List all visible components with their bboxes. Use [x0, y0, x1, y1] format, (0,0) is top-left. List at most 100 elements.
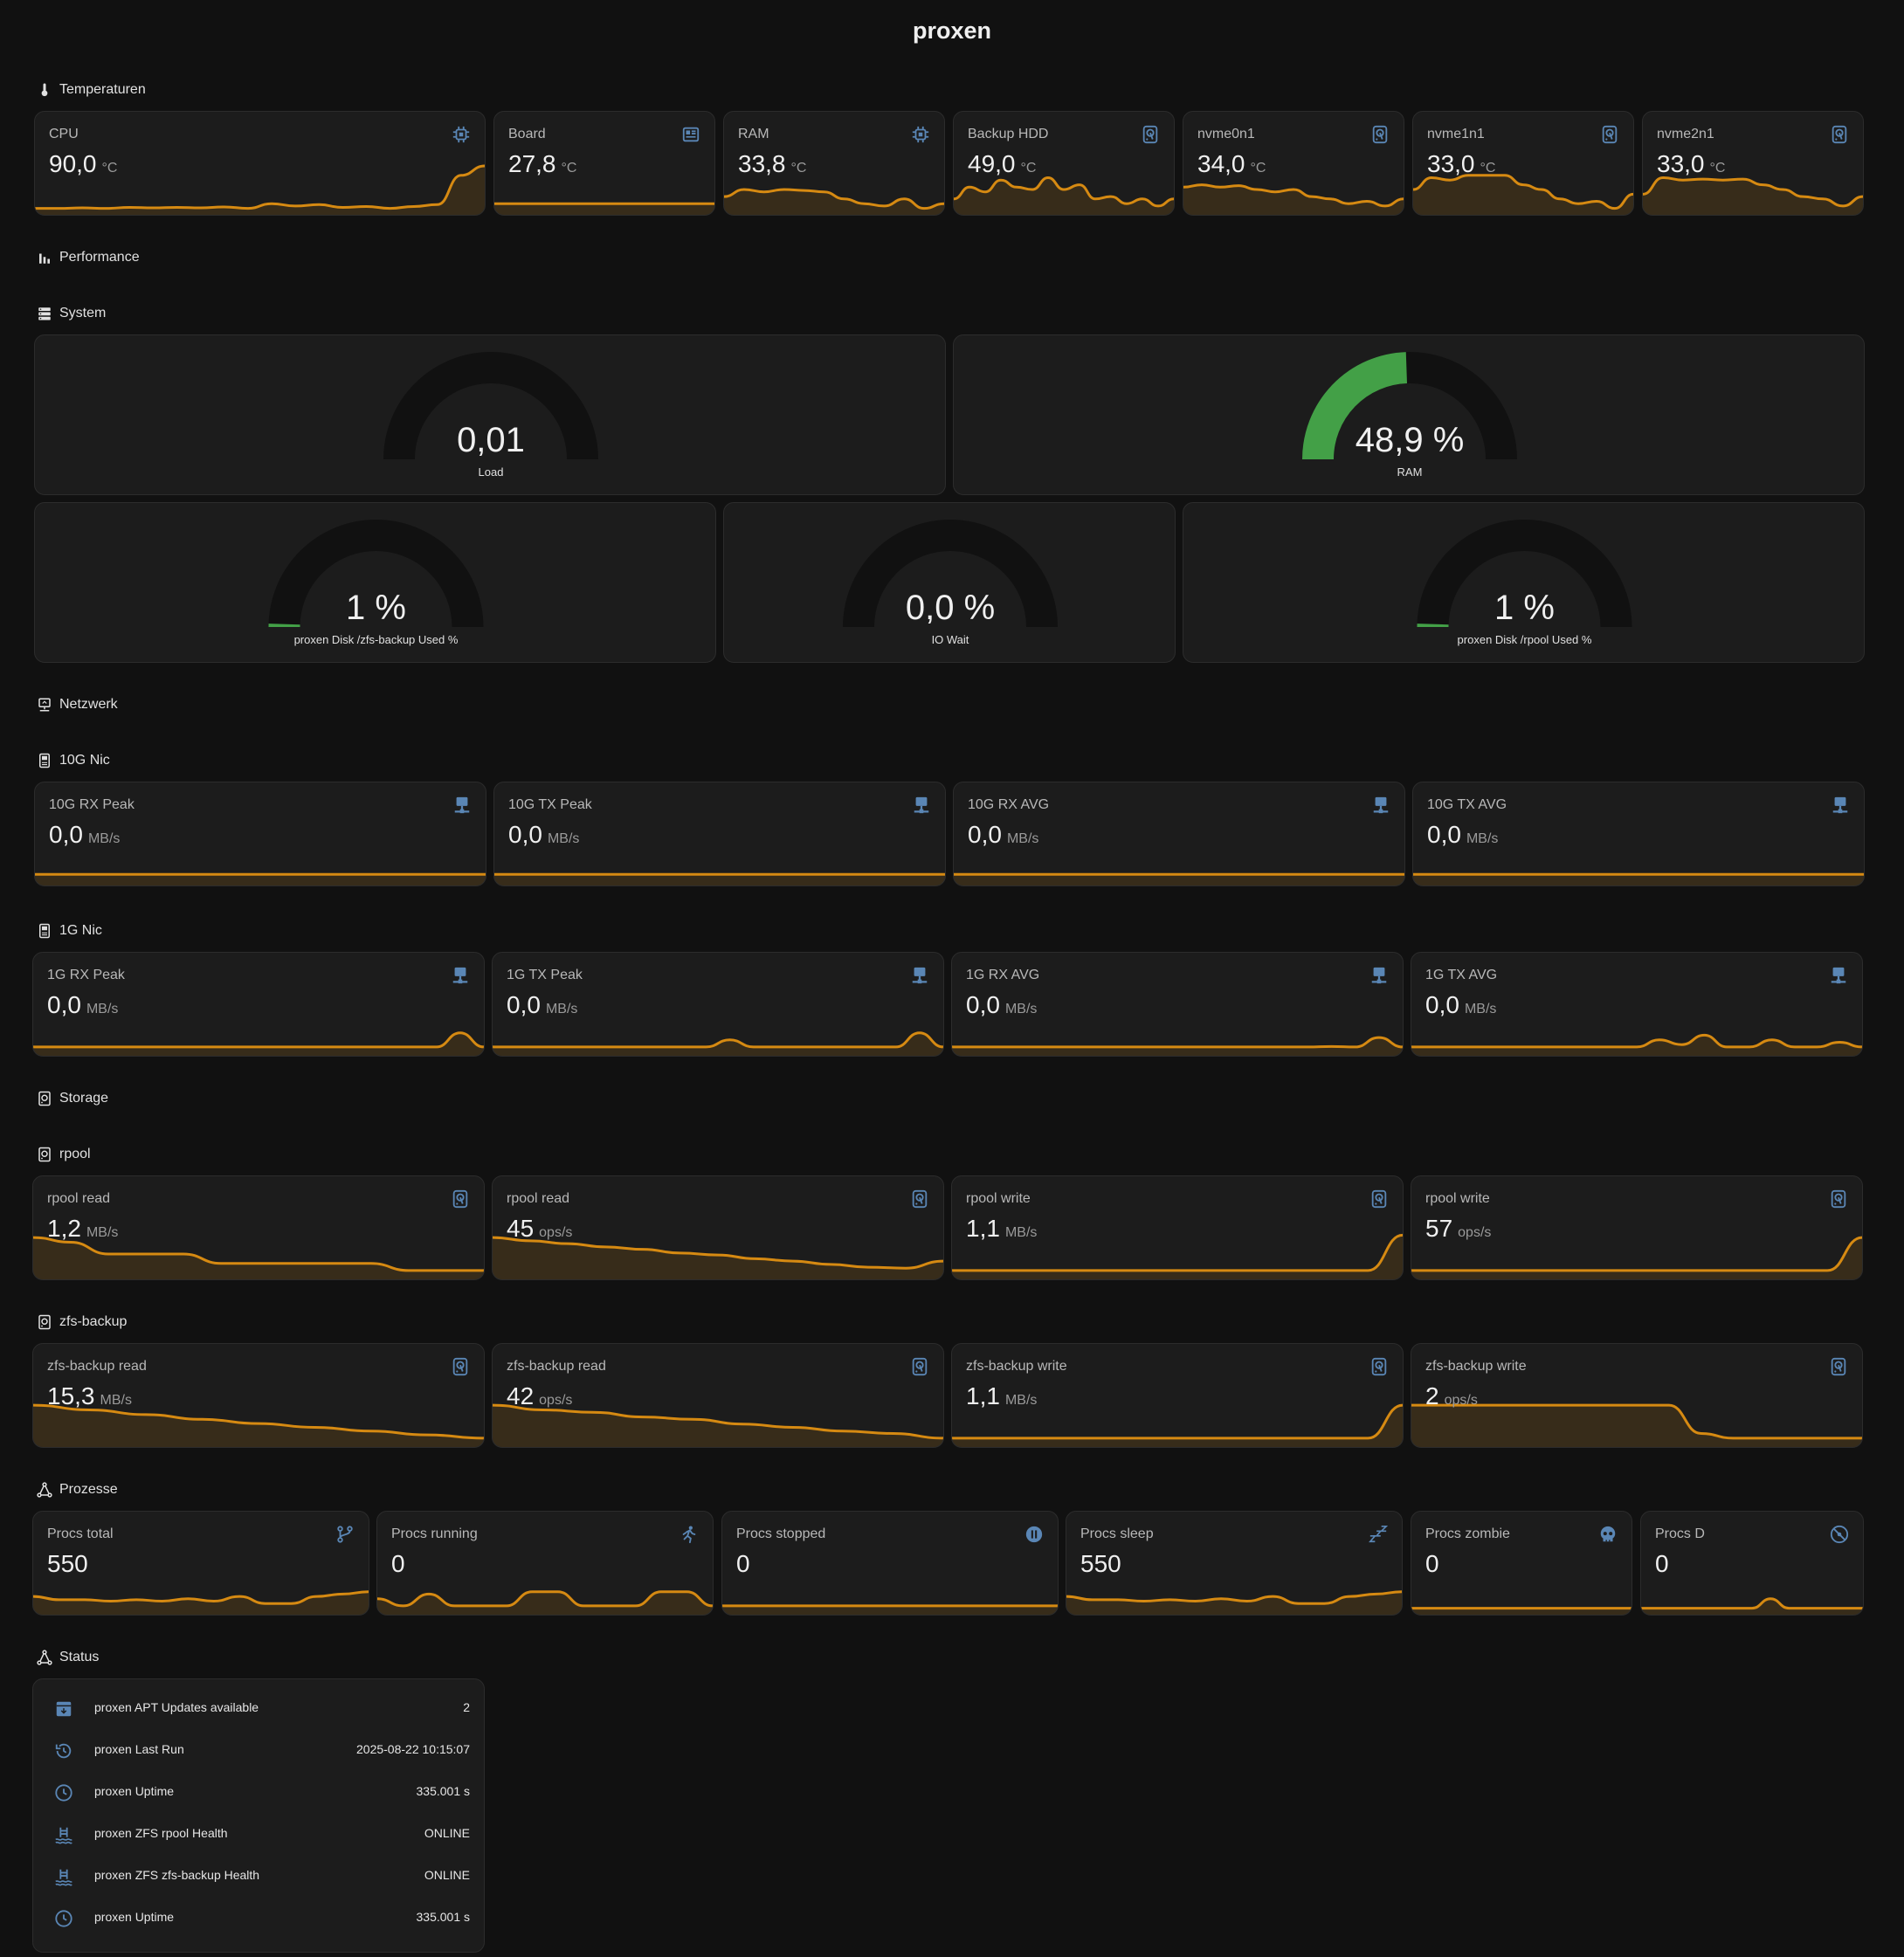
value-unit: MB/s	[100, 1393, 132, 1408]
network-icon	[1831, 967, 1846, 984]
temp-board-card[interactable]: Board 27,8 °C	[493, 111, 715, 216]
rpool-2-card[interactable]: rpool write 1,1 MB/s	[951, 1175, 1404, 1280]
zfs-backup-0-card[interactable]: zfs-backup read 15,3 MB/s	[32, 1343, 485, 1448]
card-value: 0,0 MB/s	[968, 821, 1038, 849]
value-number: 0,0	[49, 821, 83, 848]
fork-icon	[337, 1526, 353, 1543]
value-unit: MB/s	[1466, 831, 1499, 846]
network-icon	[1371, 967, 1387, 984]
value-number: 90,0	[49, 150, 97, 177]
section-temperatures-label: Temperaturen	[59, 82, 146, 97]
card-name: rpool write	[1425, 1191, 1490, 1206]
bars-icon	[39, 253, 50, 264]
value-number: 2	[1425, 1382, 1439, 1409]
sparkline-area	[952, 1405, 1403, 1447]
temp-nvme0n1-card[interactable]: nvme0n1 34,0 °C	[1183, 111, 1404, 216]
nic1g-0-card[interactable]: 1G RX Peak 0,0 MB/s	[32, 952, 485, 1057]
card-name: 10G TX AVG	[1427, 797, 1507, 812]
temp-nvme2n1-card[interactable]: nvme2n1 33,0 °C	[1642, 111, 1864, 216]
sparkline-area	[1413, 175, 1633, 215]
nic1g-1-card[interactable]: 1G TX Peak 0,0 MB/s	[492, 952, 944, 1057]
section-temperatures: Temperaturen	[37, 79, 146, 100]
rpool-0-card[interactable]: rpool read 1,2 MB/s	[32, 1175, 485, 1280]
status-row[interactable]: proxen Uptime 335.001 s	[33, 1898, 484, 1940]
status-row[interactable]: proxen Last Run 2025-08-22 10:15:07	[33, 1730, 484, 1772]
temp-nvme1n1-card[interactable]: nvme1n1 33,0 °C	[1412, 111, 1634, 216]
gauge-ram[interactable]: 48,9 % RAM	[953, 334, 1865, 495]
pool-icon	[55, 1827, 72, 1844]
nic10g-1-card[interactable]: 10G TX Peak 0,0 MB/s	[493, 782, 946, 886]
run-icon	[682, 1526, 696, 1544]
temp-ram-card[interactable]: RAM 33,8 °C	[723, 111, 945, 216]
value-unit: MB/s	[547, 831, 580, 846]
value-number: 33,0	[1657, 150, 1705, 177]
status-row[interactable]: proxen APT Updates available 2	[33, 1688, 484, 1730]
card-value: 550	[1080, 1550, 1121, 1578]
zfs-backup-1-card[interactable]: zfs-backup read 42 ops/s	[492, 1343, 944, 1448]
value-unit: MB/s	[1464, 1002, 1497, 1016]
nic1g-3-card[interactable]: 1G TX AVG 0,0 MB/s	[1411, 952, 1863, 1057]
sparkline-area	[1411, 1035, 1862, 1056]
status-row[interactable]: proxen ZFS rpool Health ONLINE	[33, 1814, 484, 1856]
value-unit: ops/s	[1458, 1225, 1492, 1240]
thermometer-icon	[41, 83, 48, 97]
harddisk-icon	[452, 1189, 468, 1209]
harddisk-icon	[1832, 125, 1847, 144]
section-performance: Performance	[37, 247, 140, 268]
value-unit: °C	[1480, 161, 1496, 176]
card-name: 1G TX AVG	[1425, 968, 1498, 982]
gauge-zfs-backup-used[interactable]: 1 % proxen Disk /zfs-backup Used %	[34, 502, 716, 663]
nic10g-0-card[interactable]: 10G RX Peak 0,0 MB/s	[34, 782, 486, 886]
zfs-backup-2-card[interactable]: zfs-backup write 1,1 MB/s	[951, 1343, 1404, 1448]
gauge-io-wait[interactable]: 0,0 % IO Wait	[723, 502, 1176, 663]
card-name: Procs D	[1655, 1526, 1705, 1541]
gauge-rpool-used[interactable]: 1 % proxen Disk /rpool Used %	[1183, 502, 1865, 663]
harddisk-icon	[1372, 125, 1388, 144]
procs-5-card[interactable]: Procs D 0	[1640, 1511, 1864, 1616]
value-number: 49,0	[968, 150, 1016, 177]
sparkline-line	[952, 1037, 1403, 1047]
procs-4-card[interactable]: Procs zombie 0	[1411, 1511, 1632, 1616]
sparkline-area	[722, 1605, 1058, 1615]
section-performance-label: Performance	[59, 250, 140, 265]
harddisk-icon	[1371, 1357, 1387, 1376]
temp-backup-hdd-card[interactable]: Backup HDD 49,0 °C	[953, 111, 1175, 216]
zfs-backup-3-card[interactable]: zfs-backup write 2 ops/s	[1411, 1343, 1863, 1448]
sparkline-line	[1641, 1599, 1863, 1609]
package-icon	[56, 1701, 72, 1717]
procs-3-card[interactable]: Procs sleep 550	[1066, 1511, 1403, 1616]
rpool-3-card[interactable]: rpool write 57 ops/s	[1411, 1175, 1863, 1280]
value-unit: ops/s	[1444, 1393, 1478, 1408]
card-name: zfs-backup read	[507, 1359, 606, 1374]
nic10g-3-card[interactable]: 10G TX AVG 0,0 MB/s	[1412, 782, 1865, 886]
card-name: Procs stopped	[736, 1526, 826, 1541]
status-card: proxen APT Updates available 2 proxen Last…	[32, 1678, 485, 1953]
card-name: zfs-backup write	[966, 1359, 1067, 1374]
value-number: 0,0	[968, 821, 1002, 848]
nic1g-2-card[interactable]: 1G RX AVG 0,0 MB/s	[951, 952, 1404, 1057]
gauge-load[interactable]: 0,01 Load	[34, 334, 946, 495]
section-storage: Storage	[37, 1088, 108, 1109]
card-name: Procs sleep	[1080, 1526, 1154, 1541]
status-row[interactable]: proxen Uptime 335.001 s	[33, 1772, 484, 1814]
sparkline-area	[1641, 1598, 1863, 1615]
card-value: 1,2 MB/s	[47, 1215, 118, 1243]
temp-cpu-card[interactable]: CPU 90,0 °C	[34, 111, 486, 216]
value-unit: MB/s	[545, 1002, 578, 1016]
card-value: 33,0 °C	[1427, 150, 1495, 178]
network-icon	[1373, 796, 1389, 814]
rpool-1-card[interactable]: rpool read 45 ops/s	[492, 1175, 944, 1280]
value-number: 0,0	[47, 991, 81, 1018]
card-name: 1G TX Peak	[507, 968, 583, 982]
procs-2-card[interactable]: Procs stopped 0	[721, 1511, 1059, 1616]
sparkline-area	[1413, 874, 1864, 885]
nic10g-2-card[interactable]: 10G RX AVG 0,0 MB/s	[953, 782, 1405, 886]
procs-0-card[interactable]: Procs total 550	[32, 1511, 369, 1616]
value-number: 1,1	[966, 1215, 1000, 1242]
card-name: rpool write	[966, 1191, 1031, 1206]
procs-1-card[interactable]: Procs running 0	[376, 1511, 714, 1616]
section-processes: Prozesse	[37, 1479, 118, 1500]
sparkline	[1411, 1562, 1632, 1615]
status-row[interactable]: proxen ZFS zfs-backup Health ONLINE	[33, 1856, 484, 1898]
sparkline	[377, 1562, 713, 1615]
